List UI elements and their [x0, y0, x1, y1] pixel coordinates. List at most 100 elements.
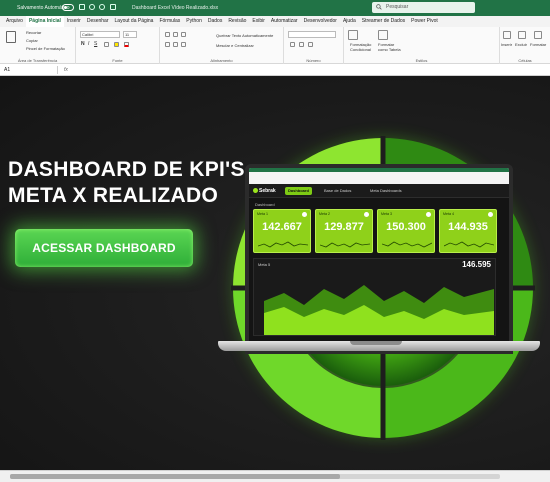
- save-icon[interactable]: [79, 4, 85, 10]
- kpi-card-value: 129.877: [324, 221, 364, 233]
- bold-button[interactable]: N: [81, 41, 85, 47]
- conditional-formatting-button[interactable]: Formatação Condicional: [350, 42, 374, 52]
- align-left-icon[interactable]: [165, 42, 170, 47]
- area-chart: [264, 285, 494, 335]
- mini-excel-chrome: [249, 168, 509, 184]
- kpi-card-title: Meta 2: [319, 212, 330, 216]
- italic-button[interactable]: I: [88, 41, 89, 47]
- kpi-sparkline: [382, 241, 432, 248]
- format-cells-icon[interactable]: [534, 31, 542, 39]
- ribbon: Recortar Copiar Pincel de Formatação Áre…: [0, 27, 550, 64]
- paste-icon[interactable]: [6, 31, 16, 43]
- wrap-text-button[interactable]: Quebrar Texto Automaticamente: [216, 33, 273, 38]
- align-right-icon[interactable]: [181, 42, 186, 47]
- kpi-card-4[interactable]: Meta 4 144.935: [439, 209, 497, 253]
- tab-p-gina-inicial[interactable]: Página Inicial: [25, 15, 64, 28]
- tab-python[interactable]: Python: [183, 16, 205, 27]
- format-painter-button[interactable]: Pincel de Formatação: [26, 46, 65, 51]
- cells-group-label: Células: [518, 58, 532, 63]
- font-size-select[interactable]: 11: [123, 31, 137, 38]
- logo-icon: [253, 188, 258, 194]
- nav-meta-dashboards[interactable]: Meta Dashboards: [367, 187, 405, 195]
- underline-button[interactable]: S: [94, 41, 97, 47]
- format-as-table-button[interactable]: Formatar como Tabela: [378, 42, 402, 52]
- tab-streamer-de-dados[interactable]: Streamer de Dados: [359, 16, 408, 27]
- tab-automatizar[interactable]: Automatizar: [268, 16, 301, 27]
- borders-icon[interactable]: [104, 42, 109, 47]
- ribbon-tabs: Arquivo Página Inicial Inserir Desenhar Layo…: [0, 15, 550, 28]
- fx-icon[interactable]: fx: [64, 65, 68, 75]
- cut-button[interactable]: Recortar: [26, 30, 41, 35]
- font-name-select[interactable]: Calibri: [80, 31, 120, 38]
- tab-f-rmulas[interactable]: Fórmulas: [156, 16, 183, 27]
- tab-inserir[interactable]: Inserir: [64, 16, 84, 27]
- insert-cells-icon[interactable]: [503, 31, 511, 39]
- dashboard-navbar: Sebrak Dashboard Base de Dados Meta Dash…: [249, 184, 509, 198]
- delete-cells-icon[interactable]: [518, 31, 526, 39]
- nav-dashboard[interactable]: Dashboard: [285, 187, 312, 195]
- kpi-card-value: 142.667: [262, 221, 302, 233]
- title-bar: Salvamento Automático Dashboard Excel Ví…: [0, 0, 550, 16]
- clipboard-group-label: Área de Transferência: [17, 58, 58, 63]
- align-top-icon[interactable]: [165, 32, 170, 37]
- format-cells-button[interactable]: Formatar: [530, 42, 546, 47]
- logo-text: Sebrak: [259, 188, 276, 194]
- thousands-icon[interactable]: [308, 42, 313, 47]
- panel-title: Meta 5: [258, 262, 271, 267]
- quick-access-dropdown-icon[interactable]: [110, 4, 116, 10]
- kpi-card-title: Meta 3: [381, 212, 392, 216]
- kpi-card-1[interactable]: Meta 1 142.667: [253, 209, 311, 253]
- align-bottom-icon[interactable]: [181, 32, 186, 37]
- format-table-icon[interactable]: [378, 30, 388, 40]
- autosave-toggle[interactable]: [62, 4, 74, 11]
- merge-center-button[interactable]: Mesclar e Centralizar: [216, 43, 254, 48]
- tab-power-pivot[interactable]: Power Pivot: [408, 16, 441, 27]
- search-box[interactable]: Pesquisar: [372, 2, 475, 13]
- access-dashboard-button[interactable]: ACESSAR DASHBOARD: [15, 229, 193, 267]
- font-group-label: Fonte: [112, 58, 123, 63]
- tab-dados[interactable]: Dados: [205, 16, 225, 27]
- undo-icon[interactable]: [89, 4, 95, 10]
- kpi-card-3[interactable]: Meta 3 150.300: [377, 209, 435, 253]
- font-group: Calibri 11 N I S Fonte: [76, 27, 160, 64]
- worksheet-area[interactable]: DASHBOARD DE KPI'S META X REALIZADO ACES…: [0, 76, 550, 470]
- percent-icon[interactable]: [299, 42, 304, 47]
- kpi-card-2[interactable]: Meta 2 129.877: [315, 209, 373, 253]
- number-group: Número: [284, 27, 344, 64]
- redo-icon[interactable]: [99, 4, 105, 10]
- tab-desenhar[interactable]: Desenhar: [84, 16, 112, 27]
- copy-button[interactable]: Copiar: [26, 38, 38, 43]
- info-icon: [364, 212, 369, 217]
- insert-cells-button[interactable]: Inserir: [501, 42, 512, 47]
- name-box[interactable]: A1: [2, 66, 58, 74]
- kpi-card-title: Meta 1: [257, 212, 268, 216]
- delete-cells-button[interactable]: Excluir: [515, 42, 527, 47]
- tab-layout-da-p-gina[interactable]: Layout da Página: [112, 16, 157, 27]
- tab-exibir[interactable]: Exibir: [249, 16, 268, 27]
- align-center-icon[interactable]: [173, 42, 178, 47]
- headline-line-2: META X REALIZADO: [8, 184, 219, 207]
- cells-group: Inserir Excluir Formatar Células: [500, 27, 550, 64]
- horizontal-scrollbar[interactable]: [10, 474, 500, 479]
- align-middle-icon[interactable]: [173, 32, 178, 37]
- tab-ajuda[interactable]: Ajuda: [340, 16, 359, 27]
- tab-revis-o[interactable]: Revisão: [225, 16, 249, 27]
- number-format-select[interactable]: [288, 31, 336, 38]
- styles-group: Formatação Condicional Formatar como Tab…: [344, 27, 500, 64]
- info-icon: [426, 212, 431, 217]
- fill-color-icon[interactable]: [114, 42, 119, 47]
- laptop-screen: Sebrak Dashboard Base de Dados Meta Dash…: [245, 164, 513, 354]
- font-color-icon[interactable]: [124, 42, 129, 47]
- info-icon: [488, 212, 493, 217]
- alignment-group: Quebrar Texto Automaticamente Mesclar e …: [160, 27, 284, 64]
- conditional-formatting-icon[interactable]: [348, 30, 358, 40]
- kpi-card-value: 150.300: [386, 221, 426, 233]
- nav-base-de-dados[interactable]: Base de Dados: [321, 187, 354, 195]
- kpi-card-value: 144.935: [448, 221, 488, 233]
- tab-desenvolvedor[interactable]: Desenvolvedor: [301, 16, 340, 27]
- kpi-sparkline: [320, 242, 370, 248]
- scrollbar-thumb[interactable]: [10, 474, 340, 479]
- tab-arquivo[interactable]: Arquivo: [3, 16, 26, 27]
- currency-icon[interactable]: [290, 42, 295, 47]
- laptop-notch: [350, 341, 402, 345]
